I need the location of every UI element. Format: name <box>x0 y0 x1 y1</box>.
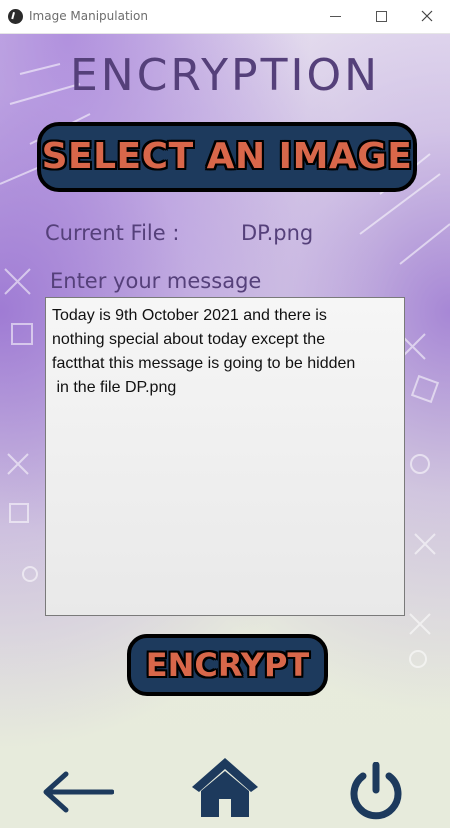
power-icon <box>350 761 402 820</box>
maximize-button[interactable] <box>358 0 404 33</box>
page-title: ENCRYPTION <box>69 50 380 101</box>
power-button[interactable] <box>345 761 407 820</box>
title-bar: Image Manipulation <box>0 0 450 34</box>
current-file-label: Current File : <box>45 221 180 245</box>
minimize-button[interactable] <box>312 0 358 33</box>
close-icon <box>421 10 433 22</box>
encrypt-button[interactable]: ENCRYPT <box>127 634 328 696</box>
app-logo-icon <box>8 9 23 24</box>
minimize-icon <box>329 15 341 17</box>
maximize-icon <box>375 10 387 22</box>
current-file-value: DP.png <box>241 221 314 245</box>
select-image-button[interactable]: SELECT AN IMAGE <box>37 122 417 192</box>
home-icon <box>192 758 258 817</box>
message-input[interactable]: Today is 9th October 2021 and there is n… <box>45 297 405 616</box>
home-button[interactable] <box>189 755 261 819</box>
close-button[interactable] <box>404 0 450 33</box>
window-title: Image Manipulation <box>29 9 148 23</box>
back-button[interactable] <box>42 770 115 814</box>
back-arrow-icon <box>43 771 115 813</box>
message-label: Enter your message <box>50 269 262 293</box>
